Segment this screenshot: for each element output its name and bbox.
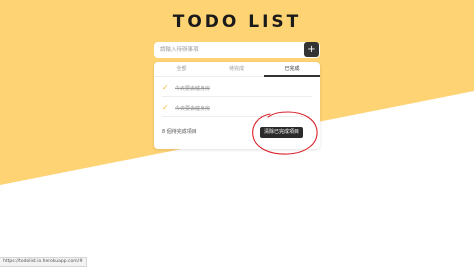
check-icon[interactable]: ✓: [162, 84, 170, 92]
todo-item[interactable]: ✓ 今天要去健身房: [162, 82, 312, 97]
pending-count: 8 個待完成項目: [162, 129, 197, 135]
tab-completed[interactable]: 已完成: [264, 62, 320, 77]
page-title: TODO LIST: [172, 12, 302, 32]
todo-text: 今天要去健身房: [175, 86, 211, 92]
red-circle-annotation: [252, 111, 318, 155]
check-icon[interactable]: ✓: [162, 104, 170, 112]
todo-text: 今天要去健身房: [175, 106, 211, 112]
todo-input-wrapper: [154, 42, 320, 58]
add-todo-button[interactable]: +: [304, 42, 319, 57]
tab-bar: 全部 待完成 已完成: [154, 62, 320, 77]
status-bar-url: https://todolist.io.herokuapp.com/#: [0, 257, 87, 267]
tab-pending[interactable]: 待完成: [209, 62, 264, 77]
plus-icon: +: [307, 44, 316, 55]
tab-all[interactable]: 全部: [154, 62, 209, 77]
todo-input[interactable]: [160, 43, 300, 57]
